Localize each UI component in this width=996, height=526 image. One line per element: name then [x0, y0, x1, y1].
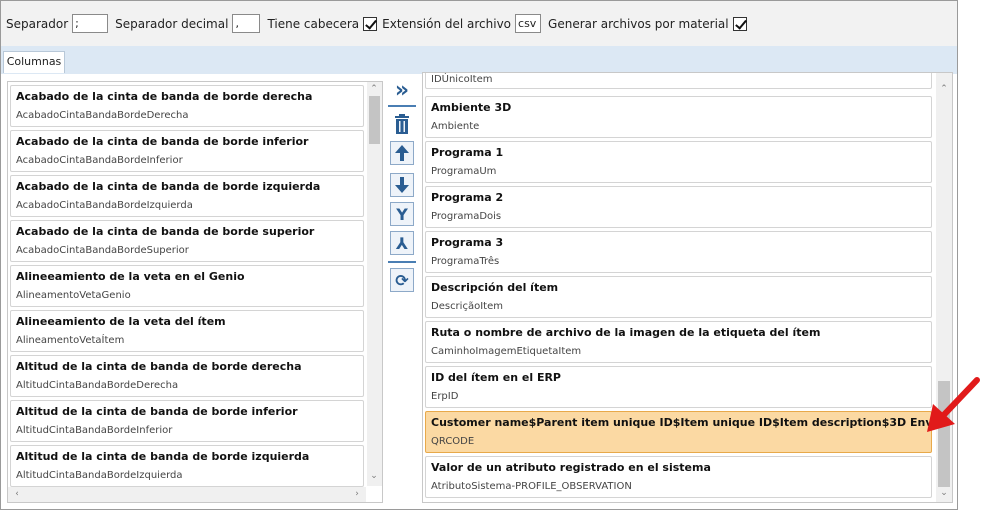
list-item[interactable]: Acabado de la cinta de banda de borde in…: [10, 130, 364, 172]
list-item-code: AlineamentoVetaGenio: [16, 290, 131, 301]
list-item[interactable]: Programa 3 ProgramaTrês: [425, 231, 932, 273]
has-header-checkbox[interactable]: [363, 16, 378, 31]
scroll-left-arrow-icon[interactable]: ‹: [10, 488, 24, 500]
list-item-code: AcabadoCintaBandaBordeSuperior: [16, 245, 189, 256]
list-item-title: Altitud de la cinta de banda de borde de…: [16, 360, 302, 373]
list-item-title: Acabado de la cinta de banda de borde iz…: [16, 180, 321, 193]
list-item[interactable]: ID del ítem en el ERP ErpID: [425, 366, 932, 408]
merge-button[interactable]: Y: [390, 202, 414, 226]
list-item-code: ProgramaUm: [431, 166, 497, 177]
list-item-code: ErpID: [431, 391, 459, 402]
list-item-code: QRCODE: [431, 436, 475, 447]
per-material-label: Generar archivos por material: [548, 16, 729, 31]
list-item-title: Programa 3: [431, 236, 504, 249]
toolbar-separator-2: [388, 261, 416, 263]
scroll-up-arrow-icon[interactable]: ⌃: [937, 83, 951, 95]
toolbar-separator: [388, 105, 416, 107]
add-all-button[interactable]: »: [390, 77, 414, 103]
list-item[interactable]: Acabado de la cinta de banda de borde de…: [10, 85, 364, 127]
available-columns-list: Acabado de la cinta de banda de borde de…: [7, 81, 383, 503]
list-item-code: Ambiente: [431, 121, 480, 132]
list-item-title: Descripción del ítem: [431, 281, 559, 294]
list-item[interactable]: Programa 2 ProgramaDois: [425, 186, 932, 228]
list-item-code: AltitudCintaBandaBordeIzquierda: [16, 470, 183, 481]
options-toolbar: Separador ; Separador decimal , Tiene ca…: [1, 1, 957, 46]
delete-button[interactable]: [390, 112, 414, 136]
list-item-code: AcabadoCintaBandaBordeInferior: [16, 155, 183, 166]
list-item[interactable]: Ambiente 3D Ambiente: [425, 96, 932, 138]
left-scroll-thumb[interactable]: [369, 96, 380, 144]
refresh-icon: ⟳: [395, 270, 409, 290]
selected-columns-list: IDÚnicoItem Ambiente 3D Ambiente Programa …: [422, 72, 953, 503]
list-item-title: Programa 2: [431, 191, 504, 204]
arrow-up-icon: [395, 145, 409, 161]
right-vertical-scrollbar[interactable]: ⌃ ⌄: [936, 73, 952, 502]
tab-strip: Columnas: [1, 46, 957, 74]
scroll-down-arrow-icon[interactable]: ⌄: [367, 470, 381, 482]
split-button[interactable]: ⅄: [390, 231, 414, 255]
decimal-separator-label: Separador decimal: [115, 16, 229, 31]
list-item-code: ProgramaTrês: [431, 256, 500, 267]
list-item-code: AltitudCintaBandaBordeInferior: [16, 425, 173, 436]
list-item[interactable]: Acabado de la cinta de banda de borde iz…: [10, 175, 364, 217]
list-item-code: AcabadoCintaBandaBordeDerecha: [16, 110, 189, 121]
list-item-title: Valor de un atributo registrado en el si…: [431, 461, 711, 474]
left-horizontal-scrollbar[interactable]: ‹ ›: [8, 487, 366, 502]
annotation-arrow-icon: [927, 377, 980, 432]
trash-icon: [395, 114, 409, 134]
left-vertical-scrollbar[interactable]: ⌃ ⌄: [367, 82, 382, 486]
file-extension-label: Extensión del archivo: [382, 16, 512, 31]
scroll-up-arrow-icon[interactable]: ⌃: [367, 83, 381, 95]
has-header-label: Tiene cabecera: [267, 16, 360, 31]
list-item-code: CaminhoImagemEtiquetaItem: [431, 346, 582, 357]
list-item-code: AcabadoCintaBandaBordeIzquierda: [16, 200, 193, 211]
list-item[interactable]: Descripción del ítem DescriçãoItem: [425, 276, 932, 318]
list-item-title: Acabado de la cinta de banda de borde su…: [16, 225, 315, 238]
scroll-down-arrow-icon[interactable]: ⌄: [937, 487, 951, 499]
double-chevron-right-icon: »: [394, 77, 410, 103]
separator-label: Separador: [6, 16, 69, 31]
list-item-code: ProgramaDois: [431, 211, 502, 222]
move-up-button[interactable]: [390, 141, 414, 165]
scroll-right-arrow-icon[interactable]: ›: [350, 488, 364, 500]
list-item[interactable]: Alineeamiento de la veta en el Genio Alin…: [10, 265, 364, 307]
list-item-title: Alineeamiento de la veta en el Genio: [16, 270, 245, 283]
list-item[interactable]: Altitud de la cinta de banda de borde in…: [10, 400, 364, 442]
list-item[interactable]: Customer name$Parent item unique ID$Item…: [425, 411, 935, 453]
export-settings-window: Separador ; Separador decimal , Tiene ca…: [0, 0, 958, 510]
list-item-title: Programa 1: [431, 146, 504, 159]
list-item[interactable]: Altitud de la cinta de banda de borde de…: [10, 355, 364, 397]
refresh-button[interactable]: ⟳: [390, 268, 414, 292]
list-item-code: AltitudCintaBandaBordeDerecha: [16, 380, 179, 391]
move-down-button[interactable]: [390, 173, 414, 197]
list-item-code: IDÚnicoItem: [431, 74, 493, 85]
list-item-title: ID del ítem en el ERP: [431, 371, 561, 384]
file-extension-input[interactable]: csv: [515, 14, 542, 33]
list-item-partial[interactable]: IDÚnicoItem: [425, 73, 932, 89]
per-material-checkbox[interactable]: [732, 16, 747, 31]
decimal-separator-input[interactable]: ,: [232, 14, 261, 33]
list-item[interactable]: Programa 1 ProgramaUm: [425, 141, 932, 183]
list-item-code: AtributoSistema-PROFILE_OBSERVATION: [431, 481, 632, 492]
list-item-title: Alineeamiento de la veta del ítem: [16, 315, 226, 328]
list-item-title: Ambiente 3D: [431, 101, 512, 114]
list-item[interactable]: Acabado de la cinta de banda de borde su…: [10, 220, 364, 262]
list-item-title: Ruta o nombre de archivo de la imagen de…: [431, 326, 821, 339]
merge-icon: Y: [396, 204, 408, 224]
list-item[interactable]: Altitud de la cinta de banda de borde iz…: [10, 445, 364, 487]
tab-columns[interactable]: Columnas: [3, 51, 65, 73]
split-icon: ⅄: [395, 233, 409, 253]
list-item-code: AlineamentoVetaÍtem: [16, 335, 125, 346]
separator-input[interactable]: ;: [72, 14, 109, 33]
list-item-title: Customer name$Parent item unique ID$Item…: [431, 416, 935, 429]
list-item-title: Altitud de la cinta de banda de borde in…: [16, 405, 298, 418]
list-item[interactable]: Alineeamiento de la veta del ítem Alineam…: [10, 310, 364, 352]
list-item-title: Acabado de la cinta de banda de borde in…: [16, 135, 309, 148]
list-item[interactable]: Ruta o nombre de archivo de la imagen de…: [425, 321, 932, 363]
arrow-down-icon: [395, 177, 409, 193]
list-item-code: DescriçãoItem: [431, 301, 503, 312]
list-item-title: Acabado de la cinta de banda de borde de…: [16, 90, 313, 103]
list-item[interactable]: Valor de un atributo registrado en el si…: [425, 456, 932, 498]
list-item-title: Altitud de la cinta de banda de borde iz…: [16, 450, 310, 463]
